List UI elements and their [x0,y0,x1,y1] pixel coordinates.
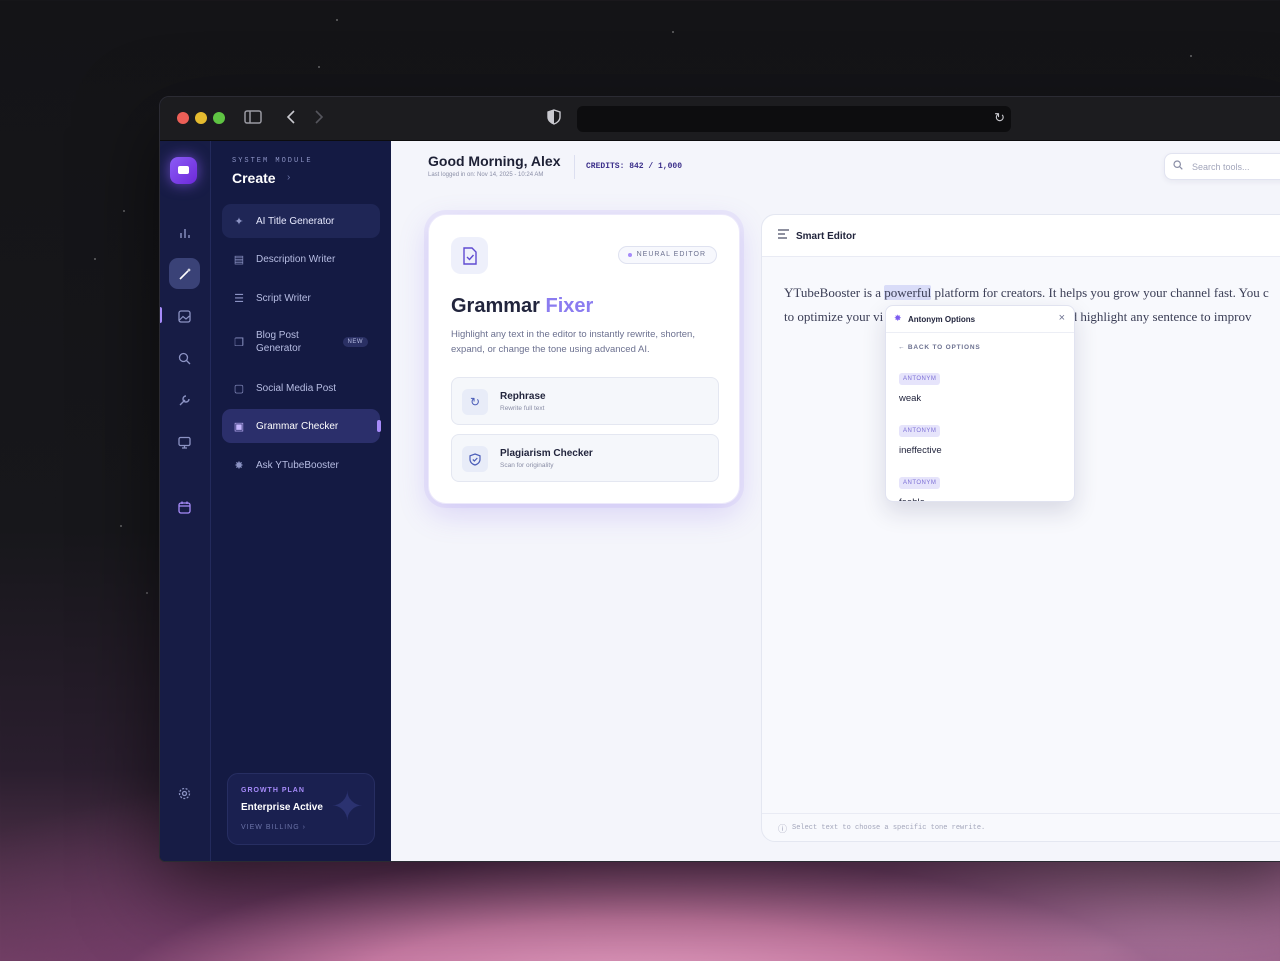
nav-item-social-media-post[interactable]: ▢ Social Media Post [222,371,380,405]
antonym-option[interactable]: ANTONYM ineffective [899,419,942,456]
option-title: Plagiarism Checker [500,448,593,459]
nav-item-label: Blog Post Generator [256,330,302,354]
view-billing-link[interactable]: VIEW BILLING › [241,824,306,831]
card-description: Highlight any text in the editor to inst… [451,329,695,355]
copy-icon: ❐ [234,336,244,349]
nav-item-label: Social Media Post [256,382,337,394]
search-icon [1173,160,1183,173]
sidebar-toggle-icon[interactable] [244,109,262,131]
nav-item-label: Grammar Checker [256,420,339,432]
growth-plan-card[interactable]: ✦ GROWTH PLAN Enterprise Active VIEW BIL… [227,773,375,845]
antonym-popover: ✸ Antonym Options × ← BACK TO OPTIONS AN… [885,305,1075,502]
nav-item-description-writer[interactable]: ▤ Description Writer [222,242,380,276]
rail-active-indicator [160,307,162,323]
option-title: Rephrase [500,391,546,402]
neural-editor-chip: NEURAL EDITOR [617,246,717,264]
sparkle-icon: ✸ [894,313,902,323]
plan-title: Enterprise Active [241,802,323,813]
antonym-tag: ANTONYM [899,425,941,437]
footer-hint: Select text to choose a specific tone re… [792,824,986,832]
nav-title[interactable]: Create [232,170,276,186]
credits-counter: CREDITS: 842 / 1,000 [586,162,683,171]
nav-item-script-writer[interactable]: ☰ Script Writer [222,281,380,315]
editor-header: Smart Editor [762,215,1280,257]
icon-rail [160,141,211,861]
nav-item-ask-ytubebooster[interactable]: ✸ Ask YTubeBooster [222,448,380,482]
wand-watermark-icon: ✦ [330,785,364,829]
nav-item-label: Description Writer [256,253,336,265]
minimize-window-button[interactable] [195,112,207,124]
reload-icon[interactable]: ↻ [994,110,1005,126]
highlighted-word[interactable]: powerful [884,285,932,300]
monitor-icon[interactable] [169,427,200,458]
chevron-right-icon[interactable]: › [287,172,290,183]
greeting: Good Morning, Alex [428,153,561,169]
plan-kicker: GROWTH PLAN [241,787,305,794]
gear-icon[interactable] [169,778,200,809]
image-icon[interactable] [169,301,200,332]
card-title: Grammar Fixer [451,295,594,317]
shield-check-icon [462,446,488,472]
nav-item-grammar-checker[interactable]: ▣ Grammar Checker [222,409,381,443]
antonym-word: feeble [899,497,940,501]
close-icon[interactable]: × [1059,312,1065,324]
magic-wand-icon[interactable] [169,258,200,289]
rephrase-option[interactable]: ↻ Rephrase Rewrite full text [451,377,719,425]
back-to-options-button[interactable]: ← BACK TO OPTIONS [898,344,980,351]
browser-titlebar: ↻ [160,97,1280,141]
nav-kicker: SYSTEM MODULE [232,157,313,165]
maximize-window-button[interactable] [213,112,225,124]
address-bar[interactable]: ↻ [577,106,1011,132]
popover-title: Antonym Options [908,315,976,324]
nav-item-label: Ask YTubeBooster [256,459,339,471]
search-icon[interactable] [169,343,200,374]
last-login: Last logged in on: Nov 14, 2025 - 10:24 … [428,172,544,178]
antonym-tag: ANTONYM [899,477,941,489]
main-content: Good Morning, Alex Last logged in on: No… [391,141,1280,861]
nav-item-ai-title-generator[interactable]: ✦ AI Title Generator [222,204,380,238]
option-subtitle: Scan for originality [500,462,554,469]
antonym-word: ineffective [899,445,942,456]
info-icon: ⓘ [778,824,788,834]
nav-item-label: Script Writer [256,292,311,304]
antonym-word: weak [899,393,922,404]
file-check-icon [451,237,488,274]
option-subtitle: Rewrite full text [500,405,545,412]
editor-footer: ⓘ Select text to choose a specific tone … [762,813,1280,841]
sparkle-icon: ✸ [234,459,244,472]
nav-panel: SYSTEM MODULE Create › ✦ AI Title Genera… [211,141,391,861]
forward-icon[interactable] [314,109,324,131]
header-divider [574,155,575,179]
popover-header: ✸ Antonym Options × [886,306,1074,333]
chat-icon: ▢ [233,382,245,395]
wrench-icon[interactable] [169,385,200,416]
nav-item-label: AI Title Generator [256,215,335,227]
search-placeholder: Search tools... [1192,162,1250,172]
antonym-option[interactable]: ANTONYM weak [899,367,941,404]
antonym-tag: ANTONYM [899,373,941,385]
plagiarism-checker-option[interactable]: Plagiarism Checker Scan for originality [451,434,719,482]
wand-icon: ✦ [234,215,244,228]
nav-item-blog-post-generator[interactable]: ❐ Blog Post Generator NEW [222,322,380,362]
refresh-icon: ↻ [462,389,488,415]
calendar-icon[interactable] [169,492,200,523]
editor-title: Smart Editor [796,231,857,242]
close-window-button[interactable] [177,112,189,124]
active-indicator [377,420,381,432]
grammar-fixer-card: NEURAL EDITOR Grammar Fixer Highlight an… [428,214,740,504]
document-icon: ▤ [233,253,245,266]
back-icon[interactable] [286,109,296,131]
bar-chart-icon[interactable] [169,217,200,248]
app-logo[interactable] [170,157,197,184]
search-input[interactable]: Search tools... [1164,153,1280,180]
browser-window: ↻ SYSTEM MODULE Create › ✦ AI Title Gene… [159,96,1280,862]
antonym-option[interactable]: ANTONYM feeble [899,471,941,501]
script-icon: ☰ [234,292,244,305]
doc-check-icon: ▣ [233,420,245,433]
new-badge: NEW [342,337,368,347]
shield-icon[interactable] [547,109,561,131]
align-left-icon [778,228,789,242]
